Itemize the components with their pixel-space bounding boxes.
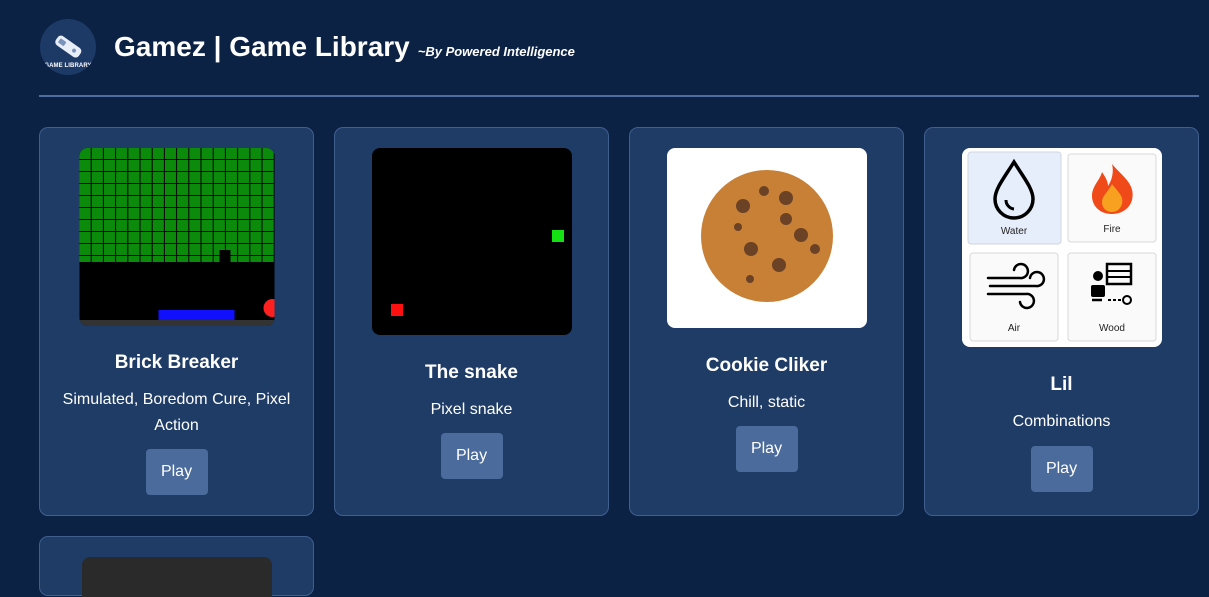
game-title: Lil — [1050, 374, 1073, 395]
play-button[interactable]: Play — [440, 433, 503, 479]
logo[interactable]: GAME LIBRARY — [40, 19, 96, 75]
play-button[interactable]: Play — [145, 449, 208, 495]
game-tags: Combinations — [1012, 413, 1111, 430]
game-card-snake: The snake Pixel snake Play — [334, 127, 609, 516]
game-card-cookie-clicker: Cookie Cliker Chill, static Play — [629, 127, 904, 516]
game-title: Brick Breaker — [114, 352, 239, 373]
element-label: Water — [1000, 226, 1027, 237]
game-thumbnail — [82, 557, 272, 597]
cookie-icon — [700, 170, 833, 302]
page-title: Gamez | Game Library — [114, 31, 410, 62]
header-divider — [39, 95, 1199, 97]
page-subtitle: ~By Powered Intelligence — [417, 43, 575, 59]
game-tags: Simulated, Boredom Cure, Pixel Action — [62, 391, 291, 434]
game-card-partial — [39, 536, 314, 597]
game-tags: Chill, static — [727, 394, 806, 411]
cookie-thumbnail — [666, 148, 867, 328]
game-title: Cookie Cliker — [705, 355, 828, 376]
play-button[interactable]: Play — [1030, 446, 1093, 492]
brick-breaker-thumbnail — [79, 148, 274, 326]
game-card-brick-breaker: Brick Breaker Simulated, Boredom Cure, P… — [39, 127, 314, 516]
element-label: Wood — [1099, 323, 1125, 334]
play-button[interactable]: Play — [735, 426, 798, 472]
lil-thumbnail: Water Fire Air Wood — [961, 148, 1162, 347]
logo-text: GAME LIBRARY — [44, 63, 92, 69]
snake-thumbnail — [371, 148, 572, 335]
game-title: The snake — [425, 362, 518, 383]
page-header: GAME LIBRARY Gamez | Game Library ~By Po… — [40, 16, 575, 78]
element-label: Fire — [1103, 224, 1121, 235]
game-card-lil: Water Fire Air Wood Lil Combinations Pla… — [924, 127, 1199, 516]
element-label: Air — [1007, 323, 1020, 334]
game-tags: Pixel snake — [430, 401, 513, 418]
